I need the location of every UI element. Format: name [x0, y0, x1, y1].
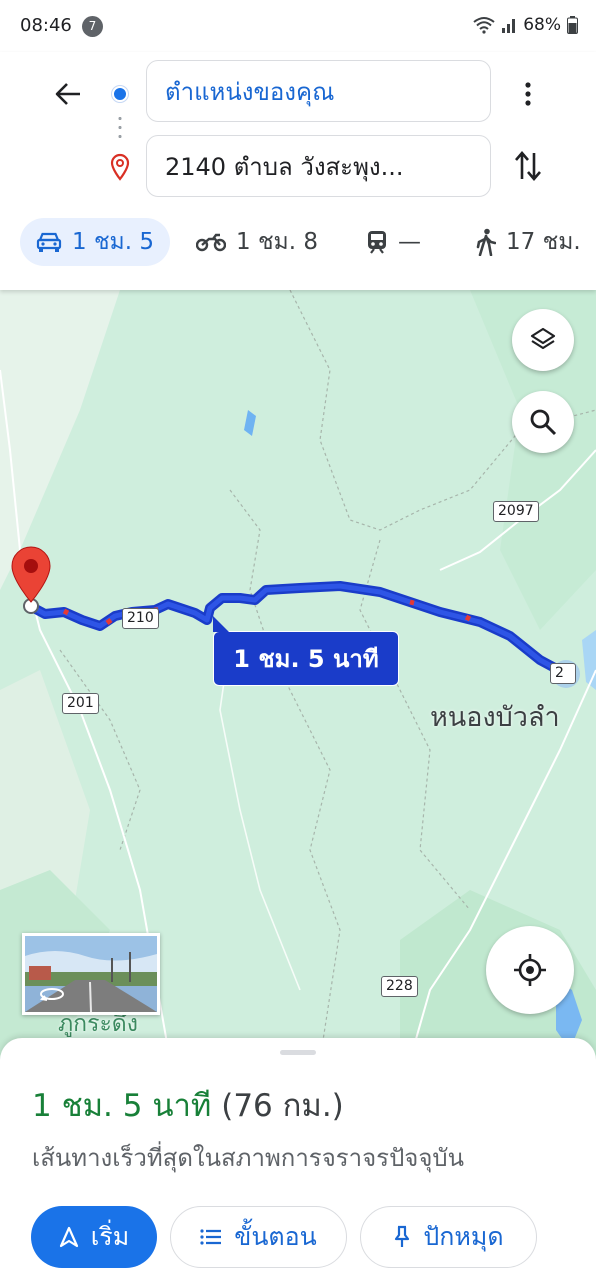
rotate-360-icon	[39, 988, 64, 1001]
origin-field[interactable]: ตำแหน่งของคุณ	[146, 60, 491, 122]
map-view[interactable]: 2097 210 201 228 2 1 ชม. 5 นาที หนองบัวล…	[0, 290, 596, 1060]
start-button[interactable]: เริ่ม	[31, 1206, 157, 1268]
status-icons: 68%	[473, 15, 578, 35]
walk-icon	[476, 228, 496, 256]
route-eta: 1 ชม. 5 นาที (76 กม.)	[32, 1080, 344, 1130]
back-button[interactable]	[48, 74, 88, 114]
travel-modes: 1 ชม. 5 1 ชม. 8 — 17 ชม.	[0, 214, 596, 270]
layers-button[interactable]	[512, 309, 574, 371]
more-vert-icon	[525, 82, 531, 106]
status-time: 08:46	[20, 15, 72, 36]
road-sign-partial: 2	[550, 663, 576, 684]
swap-button[interactable]	[510, 146, 546, 186]
swap-vert-icon	[515, 151, 541, 181]
train-icon	[368, 231, 386, 254]
directions-header: ตำแหน่งของคุณ 2140 ตำบล วังสะพุง... 1 ชม…	[0, 52, 596, 290]
steps-button[interactable]: ขั้นตอน	[170, 1206, 347, 1268]
arrow-left-icon	[55, 83, 80, 105]
sheet-drag-handle[interactable]	[280, 1050, 316, 1055]
my-location-icon	[514, 954, 546, 986]
status-bar: 08:46 7 68%	[0, 0, 596, 52]
mode-motorcycle[interactable]: 1 ชม. 8	[196, 218, 318, 266]
steps-label: ขั้นตอน	[234, 1222, 317, 1251]
origin-dot-icon	[112, 86, 128, 102]
mode-transit[interactable]: —	[366, 218, 421, 266]
car-icon	[36, 232, 62, 252]
battery-percent: 68%	[523, 15, 561, 35]
pin-button[interactable]: ปักหมุด	[360, 1206, 537, 1268]
mode-walk[interactable]: 17 ชม.	[476, 218, 581, 266]
mode-motorcycle-label: 1 ชม. 8	[236, 229, 318, 255]
navigation-arrow-icon	[59, 1226, 78, 1248]
motorcycle-icon	[196, 233, 226, 252]
notification-count-badge: 7	[82, 16, 103, 37]
my-location-button[interactable]	[486, 926, 574, 1014]
mode-transit-label: —	[398, 229, 421, 255]
pin-icon	[395, 1225, 410, 1247]
start-label: เริ่ม	[90, 1222, 130, 1251]
street-view-thumbnail[interactable]	[22, 933, 160, 1015]
pin-label: ปักหมุด	[423, 1222, 504, 1251]
mode-drive-label: 1 ชม. 5	[72, 229, 154, 255]
road-sign-2097: 2097	[493, 501, 539, 522]
road-sign-228: 228	[381, 976, 418, 997]
road-sign-210: 210	[122, 608, 159, 629]
search-icon	[530, 409, 557, 436]
destination-pin-icon	[110, 153, 130, 181]
route-description: เส้นทางเร็วที่สุดในสภาพการจราจรปัจจุบัน	[32, 1144, 465, 1172]
road-sign-201: 201	[62, 693, 99, 714]
wifi-icon	[473, 17, 495, 34]
list-icon	[200, 1229, 222, 1245]
route-duration-label[interactable]: 1 ชม. 5 นาที	[213, 616, 399, 686]
layers-icon	[530, 327, 556, 350]
route-connector	[118, 114, 122, 144]
battery-icon	[567, 16, 578, 34]
mode-walk-label: 17 ชม.	[506, 229, 581, 255]
search-along-route-button[interactable]	[512, 391, 574, 453]
place-label: หนองบัวลำ	[430, 702, 560, 733]
eta-distance: (76 กม.)	[221, 1088, 344, 1124]
more-options-button[interactable]	[512, 74, 544, 114]
mode-drive[interactable]: 1 ชม. 5	[20, 218, 170, 266]
signal-icon	[502, 19, 516, 33]
route-summary-sheet: 1 ชม. 5 นาที (76 กม.) เส้นทางเร็วที่สุดใ…	[0, 1038, 596, 1280]
eta-time: 1 ชม. 5 นาที	[32, 1088, 212, 1124]
destination-field[interactable]: 2140 ตำบล วังสะพุง...	[146, 135, 491, 197]
